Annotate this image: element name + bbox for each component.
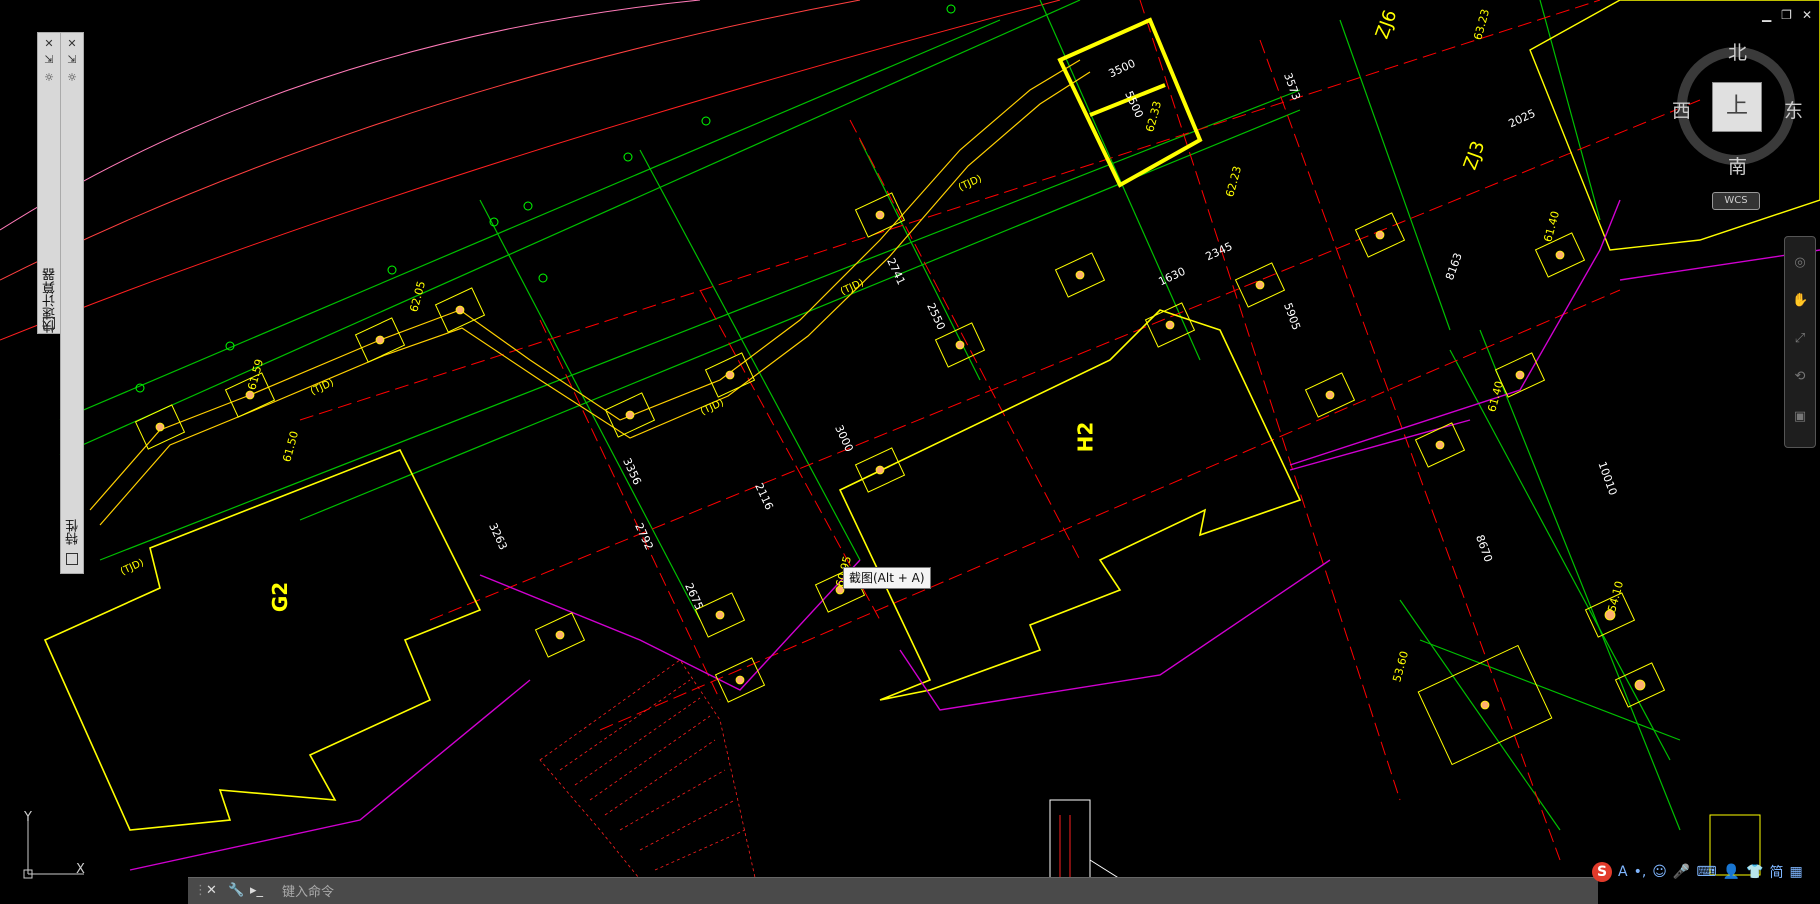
palette-autohide-icon[interactable]: ⇲	[41, 53, 57, 67]
command-recent-button[interactable]: ▸_	[250, 883, 263, 898]
ucs-y-label: Y	[24, 810, 32, 825]
arc-line	[0, 0, 1061, 341]
palette-close-icon[interactable]: ✕	[64, 37, 80, 51]
command-settings-button[interactable]: 🔧	[228, 883, 244, 898]
ime-user-icon[interactable]: 👤	[1723, 864, 1740, 880]
building-h2-outline	[838, 309, 1302, 701]
viewcube[interactable]: 北 南 西 东 上	[1672, 38, 1803, 178]
pan-icon[interactable]: ✋	[1792, 293, 1808, 309]
navigation-bar: ◎ ✋ ⤢ ⟲ ▣	[1784, 236, 1816, 448]
showmotion-icon[interactable]: ▣	[1792, 409, 1808, 425]
ime-toolbar: S A •, ☺ 🎤 ⌨ 👤 👕 简 ▦	[1592, 860, 1820, 884]
stair-hatch	[539, 659, 761, 904]
building-g2-outline	[43, 448, 482, 831]
minimize-button[interactable]: ▁	[1762, 8, 1771, 22]
magenta-outlines	[129, 199, 1820, 871]
ime-menu-icon[interactable]: ▦	[1789, 864, 1802, 880]
wcs-menu[interactable]: WCS	[1712, 192, 1760, 210]
palette-settings-icon[interactable]: ☼	[64, 71, 80, 85]
command-close-button[interactable]: ✕	[206, 883, 217, 898]
palette-title: 特性	[66, 519, 81, 545]
properties-palette[interactable]: ✕ ⇲ ☼ 特性	[60, 32, 84, 574]
command-input[interactable]	[280, 881, 1484, 903]
strip-footing	[89, 59, 1091, 526]
ime-punctuation-icon[interactable]: •,	[1634, 864, 1647, 880]
ime-keyboard-icon[interactable]: ⌨	[1696, 864, 1716, 880]
ime-language-icon[interactable]: A	[1618, 864, 1628, 880]
viewcube-top-face[interactable]: 上	[1712, 82, 1762, 132]
palette-settings-icon[interactable]: ☼	[41, 71, 57, 85]
steering-wheel-icon[interactable]: ◎	[1792, 255, 1808, 271]
ime-voice-icon[interactable]: 🎤	[1673, 864, 1690, 880]
ime-skin-icon[interactable]: 👕	[1746, 864, 1763, 880]
sogou-logo-icon[interactable]: S	[1592, 862, 1612, 882]
red-axis-lines	[299, 0, 1701, 861]
close-window-button[interactable]: ✕	[1802, 8, 1812, 22]
quick-calculator-palette[interactable]: ✕ ⇲ ☼ 快速计算器	[37, 32, 61, 334]
orbit-icon[interactable]: ⟲	[1792, 369, 1808, 385]
compass-north[interactable]: 北	[1728, 38, 1747, 65]
palette-autohide-icon[interactable]: ⇲	[64, 53, 80, 67]
compass-east[interactable]: 东	[1784, 96, 1803, 123]
ucs-x-label: X	[76, 862, 85, 877]
compass-west[interactable]: 西	[1672, 96, 1691, 123]
green-grid	[59, 0, 1681, 831]
screenshot-tooltip: 截图(Alt + A)	[843, 567, 931, 589]
arc-line	[0, 0, 701, 231]
cad-drawing-canvas[interactable]	[0, 0, 1820, 904]
properties-icon	[66, 553, 78, 565]
zoom-icon[interactable]: ⤢	[1792, 331, 1808, 347]
axis-bubbles	[135, 4, 956, 393]
ime-simplified-toggle[interactable]: 简	[1769, 862, 1783, 882]
calculator-icon	[43, 317, 55, 329]
palette-close-icon[interactable]: ✕	[41, 37, 57, 51]
command-line: ⋮ ✕ 🔧 ▸_	[188, 877, 1598, 904]
arc-line	[0, 0, 861, 281]
window-controls: ▁ ❐ ✕	[1762, 8, 1812, 22]
pile-caps	[134, 192, 1666, 766]
restore-button[interactable]: ❐	[1781, 8, 1792, 22]
ime-emoji-icon[interactable]: ☺	[1652, 864, 1667, 880]
compass-south[interactable]: 南	[1728, 152, 1747, 179]
